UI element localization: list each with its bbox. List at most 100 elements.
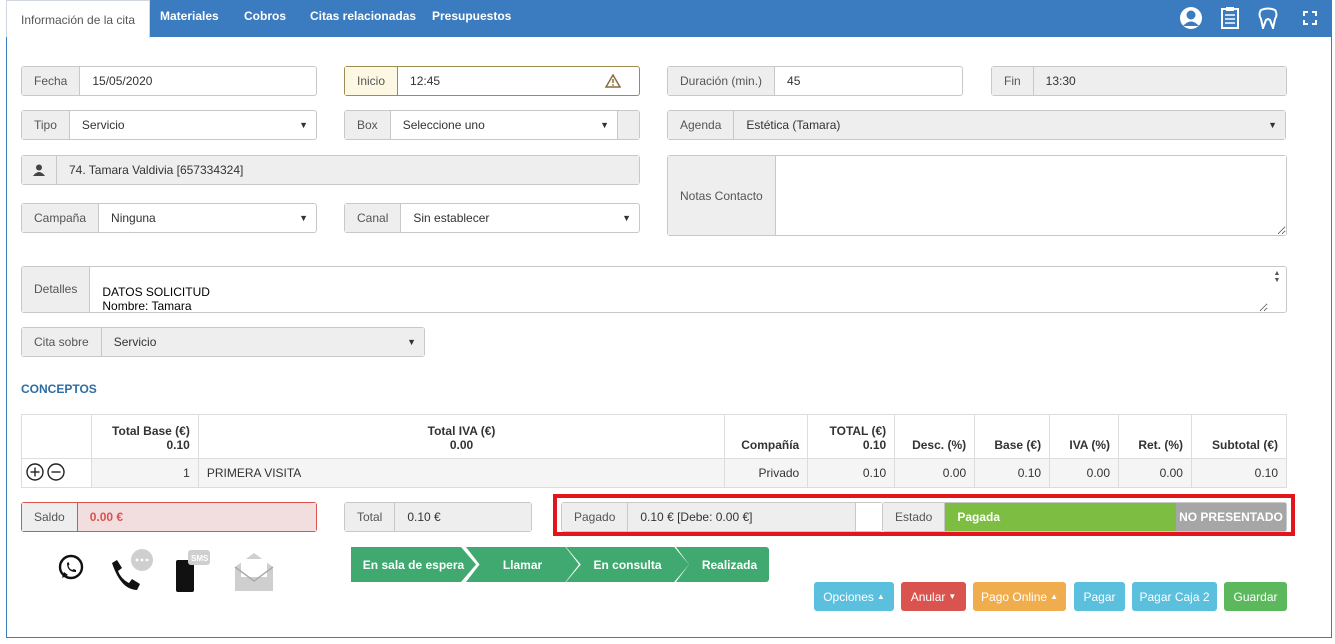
duracion-value[interactable]: 45 — [775, 67, 962, 95]
scroll-up-icon[interactable]: ▲ — [1274, 270, 1281, 277]
detalles-scrollbar[interactable]: ▲ ▼ — [1268, 267, 1286, 312]
row-compania[interactable]: Privado — [724, 458, 809, 488]
conceptos-table: Total Base (€) 0.10 Total IVA (€) 0.00 Com… — [21, 414, 1288, 488]
top-nav: Información de la cita Materiales Cobros… — [6, 0, 1332, 38]
remove-row-icon[interactable] — [47, 462, 66, 484]
no-presentado-badge[interactable]: NO PRESENTADO — [1176, 503, 1286, 531]
tipo-label: Tipo — [22, 111, 70, 139]
header-total-base: Total Base (€) 0.10 — [90, 414, 199, 459]
llamar-button[interactable]: Llamar — [466, 547, 579, 582]
scroll-down-icon[interactable]: ▼ — [1274, 277, 1281, 284]
cita-sobre-value[interactable]: Servicio — [101, 328, 400, 356]
chevron-down-icon: ▼ — [299, 120, 308, 130]
detalles-input[interactable] — [90, 267, 1268, 312]
box-value[interactable]: Seleccione uno — [391, 111, 592, 139]
guardar-button[interactable]: Guardar — [1224, 582, 1287, 611]
inicio-value[interactable]: 12:45 — [398, 67, 597, 95]
header-desc: Desc. (%) — [894, 414, 976, 459]
tab-materiales[interactable]: Materiales — [160, 9, 219, 23]
chevron-down-icon: ▼ — [299, 213, 308, 223]
user-icon[interactable] — [1179, 6, 1203, 30]
header-total: TOTAL (€) 0.10 — [807, 414, 896, 459]
fullscreen-icon[interactable] — [1298, 6, 1322, 30]
cita-sobre-select[interactable]: Cita sobre Servicio ▼ — [21, 327, 425, 357]
row-concept[interactable]: PRIMERA VISITA — [197, 458, 726, 488]
tab-citas-relacionadas[interactable]: Citas relacionadas — [310, 9, 416, 23]
anular-button[interactable]: Anular ▼ — [901, 582, 966, 611]
email-icon[interactable] — [233, 549, 275, 596]
header-total-iva: Total IVA (€) 0.00 — [197, 414, 726, 459]
table-row: 1 PRIMERA VISITA Privado 0.10 0.00 0.10 … — [21, 458, 1288, 488]
fecha-label: Fecha — [22, 67, 81, 95]
duracion-label: Duración (min.) — [668, 67, 776, 95]
add-row-icon[interactable] — [26, 462, 44, 484]
row-base[interactable]: 0.10 — [974, 458, 1051, 488]
whatsapp-icon[interactable] — [56, 553, 86, 586]
en-consulta-button[interactable]: En consulta — [566, 547, 689, 582]
tab-cobros[interactable]: Cobros — [244, 9, 286, 23]
row-ret[interactable]: 0.00 — [1118, 458, 1192, 488]
pagado-value: 0.10 € [Debe: 0.00 €] — [628, 503, 855, 531]
chevron-down-icon: ▼ — [399, 328, 424, 356]
agenda-select[interactable]: Agenda Estética (Tamara) ▼ — [667, 110, 1286, 140]
table-header: Total Base (€) 0.10 Total IVA (€) 0.00 Com… — [21, 414, 1288, 459]
canal-value[interactable]: Sin establecer — [401, 204, 614, 232]
en-sala-button[interactable]: En sala de espera — [351, 547, 476, 582]
caret-up-icon: ▲ — [1050, 592, 1058, 601]
estado-field: Estado Pagada NO PRESENTADO — [882, 502, 1287, 532]
saldo-value: 0.00 € — [77, 503, 316, 531]
opciones-button[interactable]: Opciones ▲ — [814, 582, 894, 611]
document-icon[interactable] — [1218, 6, 1242, 30]
sms-icon[interactable]: SMS — [174, 550, 214, 597]
row-total[interactable]: 0.10 — [807, 458, 896, 488]
campana-select[interactable]: Campaña Ninguna ▼ — [21, 203, 317, 233]
pagado-addon — [855, 503, 882, 531]
pago-online-button[interactable]: Pago Online ▲ — [973, 582, 1066, 611]
detalles-field[interactable]: Detalles ▲ ▼ — [21, 266, 1287, 313]
duracion-field[interactable]: Duración (min.) 45 — [667, 66, 963, 96]
row-desc[interactable]: 0.00 — [894, 458, 976, 488]
detalles-label: Detalles — [22, 267, 91, 312]
phone-icon[interactable] — [106, 548, 156, 595]
header-total-value: 0.10 — [862, 438, 887, 452]
header-total-iva-label: Total IVA (€) — [427, 424, 496, 438]
total-field: Total 0.10 € — [344, 502, 532, 532]
detalles-textarea[interactable] — [90, 267, 1268, 312]
pagar-caja2-button[interactable]: Pagar Caja 2 — [1132, 582, 1217, 611]
box-addon — [617, 111, 639, 139]
row-qty[interactable]: 1 — [90, 458, 199, 488]
chevron-down-icon: ▼ — [600, 120, 609, 130]
row-iva[interactable]: 0.00 — [1049, 458, 1120, 488]
row-subtotal[interactable]: 0.10 — [1190, 458, 1288, 488]
header-ret: Ret. (%) — [1118, 414, 1192, 459]
notas-input[interactable] — [775, 156, 1286, 235]
realizada-button[interactable]: Realizada — [676, 547, 769, 582]
tipo-select[interactable]: Tipo Servicio ▼ — [21, 110, 317, 140]
box-label: Box — [345, 111, 391, 139]
agenda-value[interactable]: Estética (Tamara) — [734, 111, 1261, 139]
box-select[interactable]: Box Seleccione uno ▼ — [344, 110, 640, 140]
notas-textarea[interactable] — [775, 156, 1286, 235]
canal-label: Canal — [345, 204, 402, 232]
canal-select[interactable]: Canal Sin establecer ▼ — [344, 203, 640, 233]
campana-value[interactable]: Ninguna — [99, 204, 291, 232]
header-subtotal: Subtotal (€) — [1190, 414, 1288, 459]
user-icon — [22, 156, 57, 184]
tipo-value[interactable]: Servicio — [70, 111, 291, 139]
pago-online-label: Pago Online — [981, 589, 1048, 604]
tab-presupuestos[interactable]: Presupuestos — [432, 9, 511, 23]
fin-label: Fin — [992, 67, 1034, 95]
paciente-value[interactable]: 74. Tamara Valdivia [657334324] — [57, 156, 639, 184]
notas-field[interactable]: Notas Contacto — [667, 155, 1287, 236]
pagar-button[interactable]: Pagar — [1074, 582, 1125, 611]
caret-up-icon: ▲ — [876, 592, 885, 601]
fecha-field[interactable]: Fecha 15/05/2020 — [21, 66, 317, 96]
tooth-icon[interactable] — [1256, 6, 1280, 30]
header-total-iva-value: 0.00 — [449, 438, 474, 452]
tab-informacion[interactable]: Información de la cita — [6, 0, 151, 38]
inicio-field[interactable]: Inicio 12:45 — [344, 66, 640, 96]
saldo-field: Saldo 0.00 € — [21, 502, 317, 532]
estado-value: Pagada — [945, 503, 1176, 531]
fecha-value[interactable]: 15/05/2020 — [80, 67, 316, 95]
paciente-field[interactable]: 74. Tamara Valdivia [657334324] — [21, 155, 640, 185]
